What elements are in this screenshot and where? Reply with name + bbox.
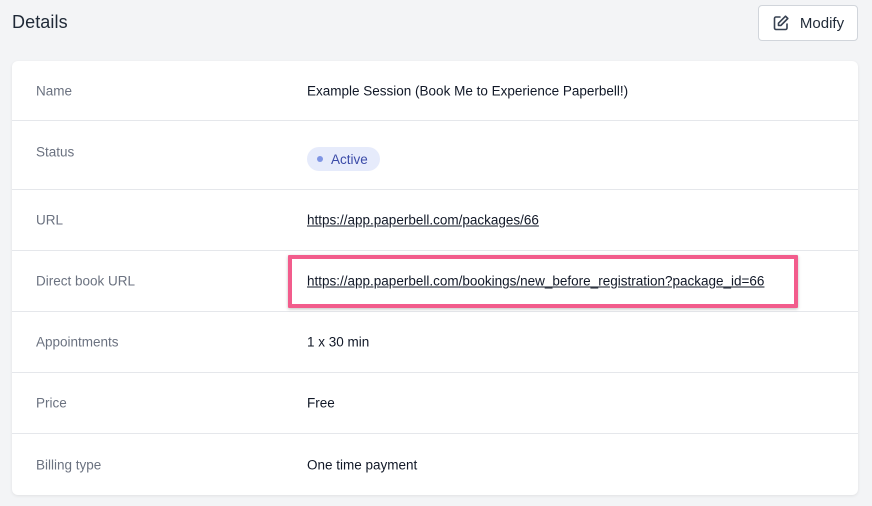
detail-row-url: URL https://app.paperbell.com/packages/6… xyxy=(12,190,858,251)
price-label: Price xyxy=(36,395,67,411)
billing-type-value: One time payment xyxy=(307,457,418,472)
direct-book-url-link[interactable]: https://app.paperbell.com/bookings/new_b… xyxy=(307,274,764,289)
status-value: Active xyxy=(331,151,368,167)
details-page: Details Modify Name Example Session (Boo… xyxy=(0,0,872,506)
edit-icon xyxy=(772,14,790,32)
price-value: Free xyxy=(307,395,335,411)
url-label: URL xyxy=(36,212,64,228)
details-card: Name Example Session (Book Me to Experie… xyxy=(12,61,858,495)
url-link[interactable]: https://app.paperbell.com/packages/66 xyxy=(307,213,539,228)
detail-row-name: Name Example Session (Book Me to Experie… xyxy=(12,61,858,121)
modify-button-label: Modify xyxy=(799,14,845,32)
appointments-value: 1 x 30 min xyxy=(307,334,370,350)
status-label: Status xyxy=(36,144,75,160)
detail-row-status: Status Active xyxy=(12,121,858,190)
status-dot-icon xyxy=(317,156,323,162)
detail-row-appointments: Appointments 1 x 30 min xyxy=(12,312,858,373)
appointments-label: Appointments xyxy=(36,334,119,350)
direct-book-url-label: Direct book URL xyxy=(36,273,136,289)
detail-row-price: Price Free xyxy=(12,373,858,434)
status-badge: Active xyxy=(307,147,380,171)
name-label: Name xyxy=(36,83,73,98)
modify-button[interactable]: Modify xyxy=(758,5,858,41)
detail-row-direct-book-url: Direct book URL https://app.paperbell.co… xyxy=(12,251,858,312)
billing-type-label: Billing type xyxy=(36,457,102,472)
page-title: Details xyxy=(12,12,68,32)
name-value: Example Session (Book Me to Experience P… xyxy=(307,83,629,98)
details-header: Details Modify xyxy=(12,0,858,46)
detail-row-billing-type: Billing type One time payment xyxy=(12,434,858,495)
